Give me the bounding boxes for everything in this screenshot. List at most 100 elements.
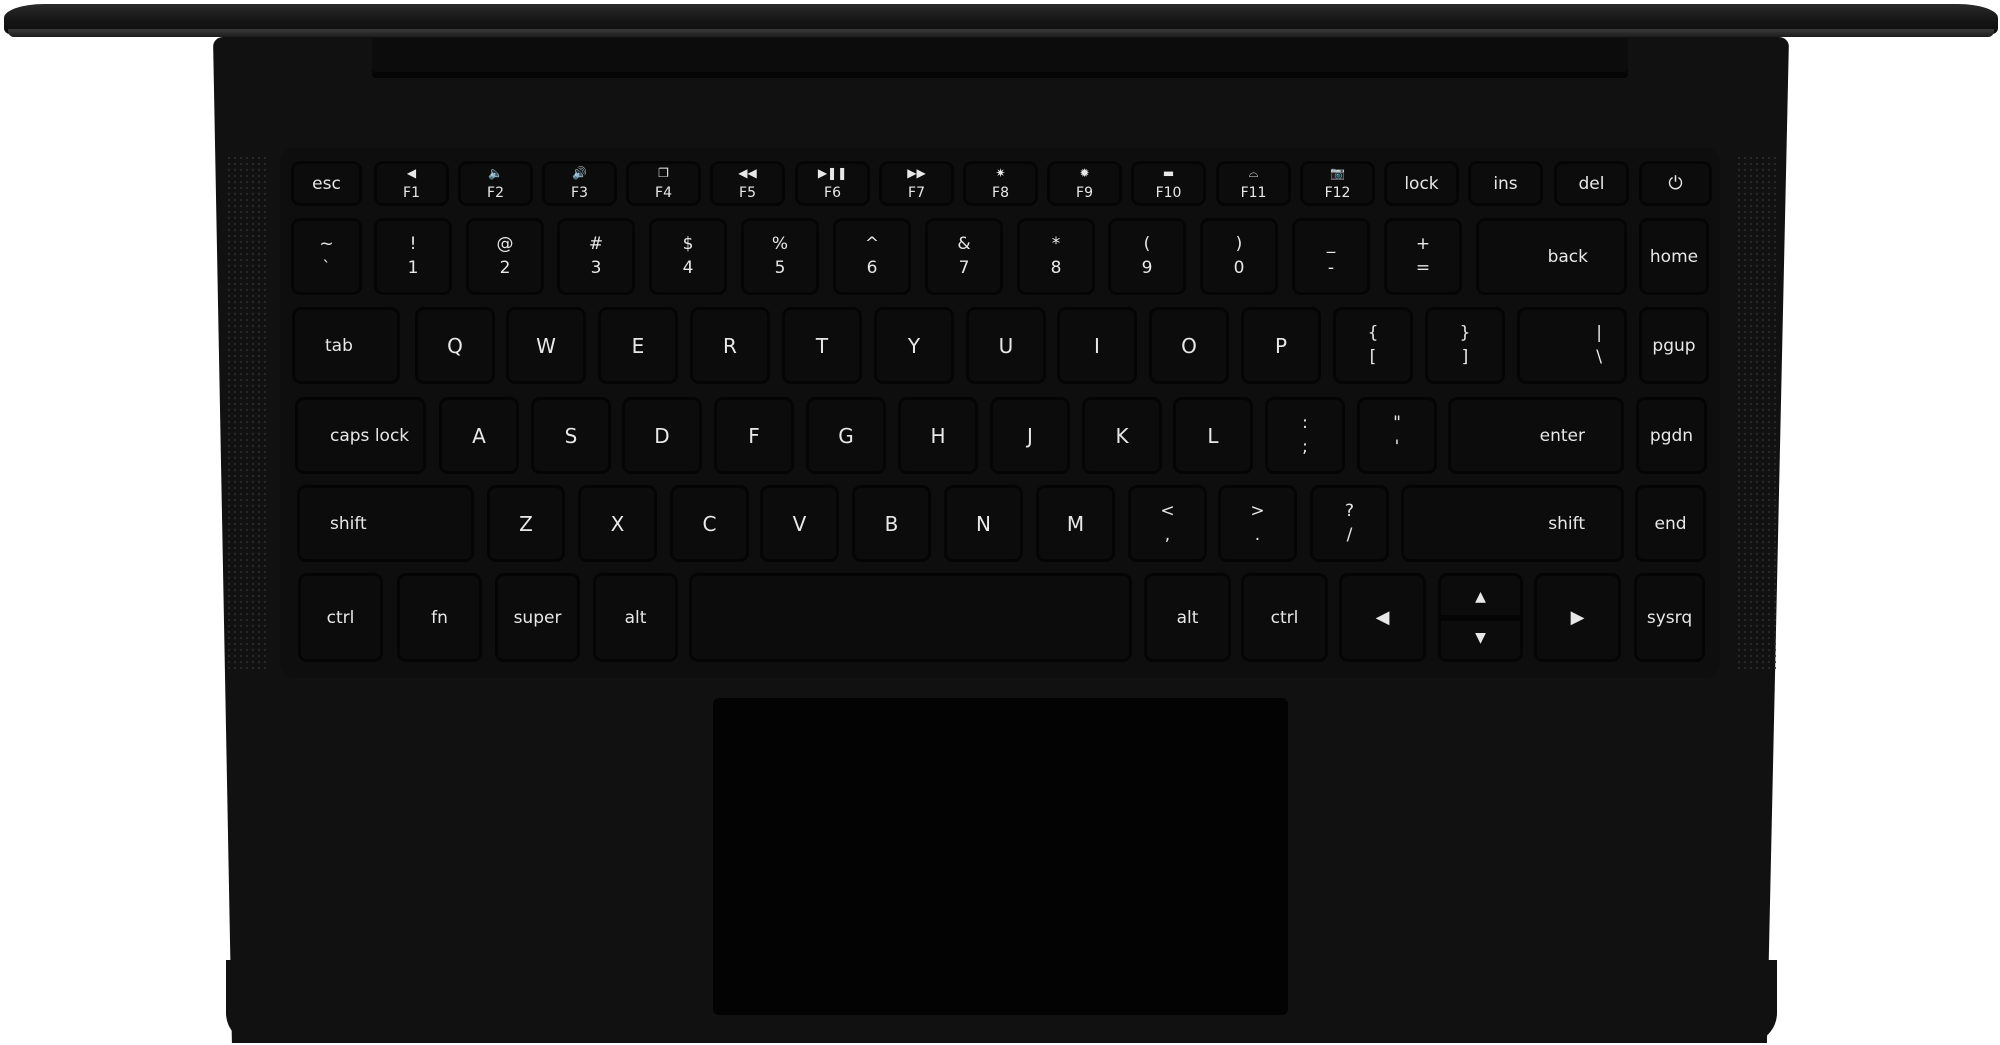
- key-minus[interactable]: _ -: [1292, 218, 1370, 295]
- key-f4[interactable]: ❐ F4: [626, 161, 701, 206]
- key-up-down[interactable]: ▲ ▼: [1438, 573, 1523, 662]
- key-power[interactable]: ⏻: [1639, 161, 1712, 206]
- key-digit-3[interactable]: #3: [557, 218, 635, 295]
- key-pgup[interactable]: pgup: [1639, 307, 1709, 384]
- key-digit-2[interactable]: @2: [466, 218, 544, 295]
- key-digit-0[interactable]: ) 0: [1200, 218, 1278, 295]
- key-v[interactable]: V: [760, 485, 839, 562]
- key-m[interactable]: M: [1036, 485, 1115, 562]
- key-fn[interactable]: fn: [397, 573, 482, 662]
- key-q[interactable]: Q: [415, 307, 495, 384]
- key-ctrl-right[interactable]: ctrl: [1241, 573, 1328, 662]
- key-label: lock: [1404, 173, 1439, 194]
- key-equals[interactable]: + =: [1384, 218, 1462, 295]
- key-lock[interactable]: lock: [1384, 161, 1459, 206]
- key-j[interactable]: J: [990, 397, 1070, 474]
- key-right-bracket[interactable]: }]: [1425, 307, 1505, 384]
- key-digit-7[interactable]: & 7: [925, 218, 1003, 295]
- key-label: H: [930, 423, 946, 448]
- key-main-label: 1: [407, 257, 419, 278]
- key-end[interactable]: end: [1635, 485, 1706, 562]
- key-digit-4[interactable]: $4: [649, 218, 727, 295]
- key-c[interactable]: C: [670, 485, 749, 562]
- arrow-down-icon[interactable]: ▼: [1475, 631, 1486, 645]
- key-shift-label: *: [1051, 234, 1061, 255]
- key-space[interactable]: [689, 573, 1132, 662]
- key-d[interactable]: D: [622, 397, 702, 474]
- key-label: A: [472, 423, 486, 448]
- key-f3[interactable]: 🔊 F3: [542, 161, 617, 206]
- key-k[interactable]: K: [1082, 397, 1162, 474]
- key-enter[interactable]: enter: [1448, 397, 1624, 474]
- key-ins[interactable]: ins: [1468, 161, 1543, 206]
- key-f11[interactable]: ⌓ F11: [1216, 161, 1291, 206]
- lid-edge: [8, 29, 1994, 37]
- key-f5[interactable]: ◀◀ F5: [710, 161, 785, 206]
- key-i[interactable]: I: [1057, 307, 1137, 384]
- key-arrow-right[interactable]: ▶: [1534, 573, 1621, 662]
- key-digit-5[interactable]: % 5: [741, 218, 819, 295]
- key-comma[interactable]: <,: [1128, 485, 1207, 562]
- trackpad[interactable]: [713, 698, 1288, 1015]
- key-shift-left[interactable]: shift: [297, 485, 474, 562]
- key-r[interactable]: R: [690, 307, 770, 384]
- key-s[interactable]: S: [531, 397, 611, 474]
- key-f2[interactable]: 🔈 F2: [458, 161, 533, 206]
- key-shift-label: #: [588, 234, 604, 255]
- key-b[interactable]: B: [852, 485, 931, 562]
- display-icon: ▬: [1162, 165, 1175, 180]
- brightness-up-icon: ✹: [1079, 165, 1090, 180]
- key-l[interactable]: L: [1173, 397, 1253, 474]
- key-home[interactable]: home: [1639, 218, 1709, 295]
- arrow-up-icon[interactable]: ▲: [1475, 590, 1486, 604]
- key-caps-lock[interactable]: caps lock: [295, 397, 426, 474]
- key-slash[interactable]: ? /: [1310, 485, 1389, 562]
- key-tilde[interactable]: ~ `: [291, 218, 362, 295]
- key-f12[interactable]: 📷 F12: [1300, 161, 1375, 206]
- key-sysrq[interactable]: sysrq: [1634, 573, 1705, 662]
- key-shift-label: |: [1596, 323, 1602, 344]
- key-label: E: [631, 333, 645, 358]
- key-alt-left[interactable]: alt: [593, 573, 678, 662]
- key-u[interactable]: U: [966, 307, 1046, 384]
- key-e[interactable]: E: [598, 307, 678, 384]
- key-back[interactable]: back: [1476, 218, 1627, 295]
- key-tab[interactable]: tab: [292, 307, 400, 384]
- key-p[interactable]: P: [1241, 307, 1321, 384]
- key-n[interactable]: N: [944, 485, 1023, 562]
- key-super[interactable]: super: [495, 573, 580, 662]
- key-digit-6[interactable]: ^ 6: [833, 218, 911, 295]
- key-shift-label: +: [1415, 234, 1431, 255]
- key-g[interactable]: G: [806, 397, 886, 474]
- key-alt-right[interactable]: alt: [1144, 573, 1231, 662]
- key-ctrl-left[interactable]: ctrl: [298, 573, 383, 662]
- key-period[interactable]: >.: [1218, 485, 1297, 562]
- key-pgdn[interactable]: pgdn: [1636, 397, 1707, 474]
- key-semicolon[interactable]: :;: [1265, 397, 1345, 474]
- key-y[interactable]: Y: [874, 307, 954, 384]
- key-arrow-left[interactable]: ◀: [1339, 573, 1426, 662]
- key-z[interactable]: Z: [487, 485, 565, 562]
- key-x[interactable]: X: [578, 485, 657, 562]
- key-digit-1[interactable]: ! 1: [374, 218, 452, 295]
- key-f7[interactable]: ▶▶ F7: [879, 161, 954, 206]
- key-f10[interactable]: ▬ F10: [1131, 161, 1206, 206]
- key-f8[interactable]: ✷ F8: [963, 161, 1038, 206]
- key-left-bracket[interactable]: {[: [1333, 307, 1413, 384]
- key-t[interactable]: T: [782, 307, 862, 384]
- key-a[interactable]: A: [439, 397, 519, 474]
- key-shift-right[interactable]: shift: [1401, 485, 1624, 562]
- key-del[interactable]: del: [1554, 161, 1629, 206]
- key-digit-8[interactable]: * 8: [1017, 218, 1095, 295]
- key-backslash[interactable]: | \: [1517, 307, 1627, 384]
- key-o[interactable]: O: [1149, 307, 1229, 384]
- key-f9[interactable]: ✹ F9: [1047, 161, 1122, 206]
- key-digit-9[interactable]: (9: [1108, 218, 1186, 295]
- key-f1[interactable]: ◀ F1: [374, 161, 449, 206]
- key-f[interactable]: F: [714, 397, 794, 474]
- key-quote[interactable]: " ': [1357, 397, 1437, 474]
- key-f6[interactable]: ▶❚❚ F6: [795, 161, 870, 206]
- key-w[interactable]: W: [506, 307, 586, 384]
- key-h[interactable]: H: [898, 397, 978, 474]
- key-esc[interactable]: esc: [291, 161, 362, 206]
